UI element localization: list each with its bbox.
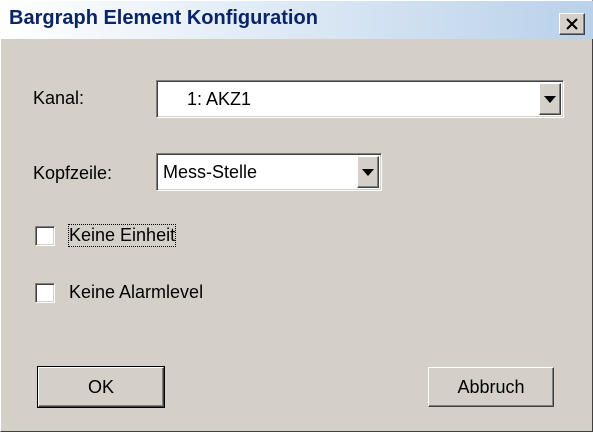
kopfzeile-combobox[interactable]: Mess-Stelle xyxy=(156,153,382,191)
window-title: Bargraph Element Konfiguration xyxy=(9,7,318,29)
keine-einheit-label[interactable]: Keine Einheit xyxy=(67,224,177,247)
keine-alarmlevel-label[interactable]: Keine Alarmlevel xyxy=(69,282,203,303)
close-button[interactable] xyxy=(559,13,585,35)
kanal-combobox[interactable]: 1: AKZ1 xyxy=(156,80,564,118)
keine-einheit-checkbox[interactable] xyxy=(35,226,55,246)
kanal-value: 1: AKZ1 xyxy=(187,89,252,109)
kopfzeile-label: Kopfzeile: xyxy=(33,163,113,183)
kanal-dropdown-button[interactable] xyxy=(539,83,561,115)
kopfzeile-value: Mess-Stelle xyxy=(163,162,258,182)
chevron-down-icon xyxy=(544,96,556,103)
keine-alarmlevel-checkbox[interactable] xyxy=(35,283,55,303)
title-bar[interactable]: Bargraph Element Konfiguration xyxy=(1,1,593,39)
kanal-label: Kanal: xyxy=(33,88,85,108)
chevron-down-icon xyxy=(362,169,374,176)
kopfzeile-dropdown-button[interactable] xyxy=(357,156,379,188)
dialog-window: Bargraph Element Konfiguration Kanal: 1:… xyxy=(0,0,593,432)
cancel-button[interactable]: Abbruch xyxy=(428,367,554,407)
close-icon xyxy=(566,18,578,30)
ok-button[interactable]: OK xyxy=(37,366,165,408)
